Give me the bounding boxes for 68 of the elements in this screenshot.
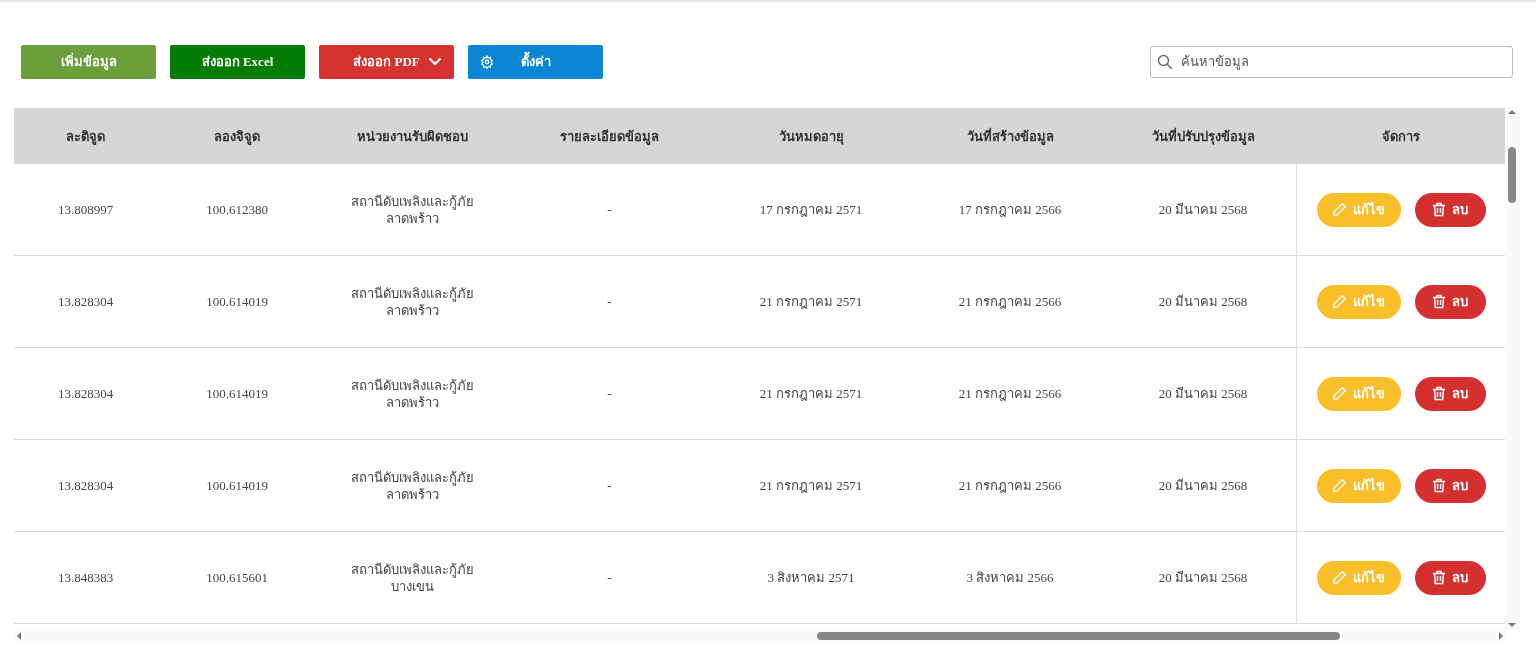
export-pdf-button[interactable]: ส่งออก PDF (319, 44, 454, 79)
table-cell-text: 100.614019 (205, 477, 269, 494)
pencil-icon (1332, 294, 1347, 309)
table-cell-text: 100.614019 (205, 385, 269, 402)
table-cell-text: - (606, 201, 613, 218)
table-cell-text: สถานีดับเพลิงและกู้ภัย ลาดพร้าว (349, 284, 475, 319)
table-cell-text: 13.828304 (56, 385, 115, 402)
table-cell-text: 20 มีนาคม 2568 (1157, 385, 1249, 402)
column-header: รายละเอียดข้อมูล (559, 127, 660, 147)
caret-icon (428, 57, 442, 66)
delete-button[interactable]: ลบ (1414, 560, 1486, 595)
table-cell-text: 100.615601 (205, 569, 269, 586)
table-cell-text: 13.848383 (56, 569, 115, 586)
pencil-icon (1332, 202, 1347, 217)
delete-button[interactable]: ลบ (1414, 376, 1486, 411)
table-cell-text: สถานีดับเพลิงและกู้ภัย ลาดพร้าว (349, 468, 475, 503)
trash-icon (1432, 478, 1446, 493)
column-header: ละติจูด (65, 127, 106, 147)
table-cell-text: 21 กรกฎาคม 2566 (957, 477, 1063, 494)
table-cell-text: 20 มีนาคม 2568 (1157, 569, 1249, 586)
trash-icon (1432, 202, 1446, 217)
table-cell-text: - (606, 569, 613, 586)
table-cell-text: 13.808997 (56, 201, 115, 218)
table-cell-text: - (606, 477, 613, 494)
search-icon (1157, 53, 1173, 70)
table-cell-text: 3 สิงหาคม 2566 (965, 569, 1055, 586)
table-cell-text: สถานีดับเพลิงและกู้ภัย ลาดพร้าว (349, 376, 475, 411)
table-cell-text: 20 มีนาคม 2568 (1157, 293, 1249, 310)
table-cell-text: 21 กรกฎาคม 2566 (957, 385, 1063, 402)
column-header: วันหมดอายุ (777, 127, 845, 147)
trash-icon (1432, 294, 1446, 309)
table-cell-text: 17 กรกฎาคม 2571 (758, 201, 864, 218)
delete-button[interactable]: ลบ (1414, 284, 1486, 319)
table-cell-text: 20 มีนาคม 2568 (1157, 477, 1249, 494)
settings-button[interactable]: ตั้งค่า (468, 44, 603, 79)
column-header: จัดการ (1380, 127, 1421, 146)
table-cell-text: 3 สิงหาคม 2571 (766, 569, 856, 586)
delete-button[interactable]: ลบ (1414, 192, 1486, 227)
table-cell-text: 100.614019 (205, 293, 269, 310)
pencil-icon (1332, 478, 1347, 493)
column-header: ลองจิจูด (213, 127, 261, 147)
delete-button[interactable]: ลบ (1414, 468, 1486, 503)
export-excel-button[interactable]: ส่งออก Excel (170, 44, 305, 79)
table-cell-text: 21 กรกฎาคม 2571 (758, 385, 864, 402)
horizontal-scrollbar[interactable] (14, 629, 1506, 643)
table-cell-text: 100.612380 (205, 201, 269, 218)
table-cell-text: - (606, 385, 613, 402)
gear-icon (480, 54, 494, 69)
pencil-icon (1332, 386, 1347, 401)
table-cell-text: 13.828304 (56, 293, 115, 310)
add-button[interactable]: เพิ่มข้อมูล (21, 44, 156, 79)
table-cell-text: 21 กรกฎาคม 2571 (758, 477, 864, 494)
table-cell-text: สถานีดับเพลิงและกู้ภัย ลาดพร้าว (349, 192, 475, 227)
table-cell-text: 20 มีนาคม 2568 (1157, 201, 1249, 218)
search-field[interactable]: ค้นหาข้อมูล (1150, 45, 1513, 78)
table-cell-text: 21 กรกฎาคม 2566 (957, 293, 1063, 310)
column-header: วันที่ปรับปรุงข้อมูล (1150, 126, 1256, 147)
trash-icon (1432, 386, 1446, 401)
table-cell-text: 21 กรกฎาคม 2571 (758, 293, 864, 310)
pencil-icon (1332, 570, 1347, 585)
column-header: วันที่สร้างข้อมูล (965, 126, 1055, 147)
vertical-scrollbar[interactable] (1505, 108, 1520, 629)
table-cell-text: 13.828304 (56, 477, 115, 494)
trash-icon (1432, 570, 1446, 585)
table-cell-text: 17 กรกฎาคม 2566 (957, 201, 1063, 218)
column-header: หน่วยงานรับผิดชอบ (355, 127, 469, 146)
table-cell-text: สถานีดับเพลิงและกู้ภัย บางเขน (349, 560, 475, 595)
table-cell-text: - (606, 293, 613, 310)
